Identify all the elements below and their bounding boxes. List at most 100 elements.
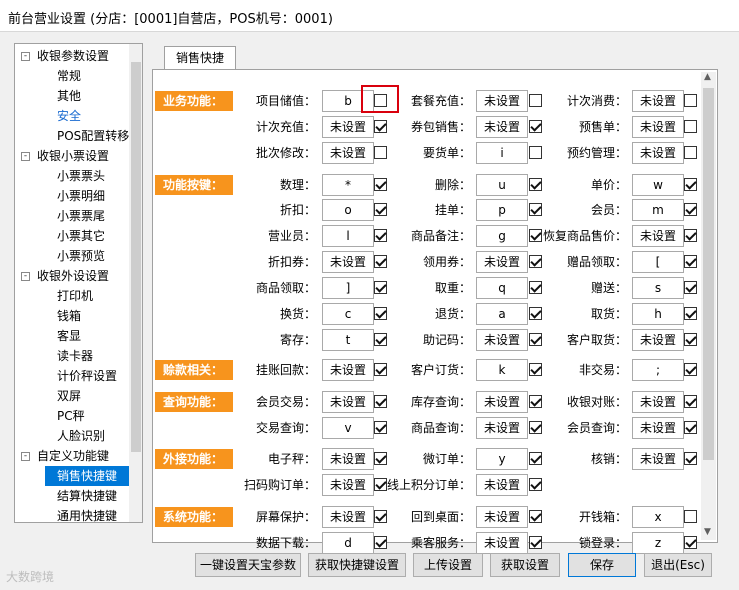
- scroll-up-arrow[interactable]: ▲: [704, 72, 711, 82]
- shortcut-key-field[interactable]: 未设置: [322, 474, 374, 496]
- get-shortcuts-button[interactable]: 获取快捷键设置: [308, 553, 406, 577]
- scroll-down-arrow[interactable]: ▼: [704, 527, 711, 537]
- enable-checkbox[interactable]: [684, 120, 697, 133]
- tree-expander[interactable]: -: [21, 452, 30, 461]
- shortcut-key-field[interactable]: x: [632, 506, 684, 528]
- upload-settings-button[interactable]: 上传设置: [413, 553, 483, 577]
- shortcut-key-field[interactable]: q: [476, 277, 528, 299]
- shortcut-key-field[interactable]: 未设置: [322, 448, 374, 470]
- shortcut-key-field[interactable]: 未设置: [632, 391, 684, 413]
- shortcut-key-field[interactable]: 未设置: [322, 142, 374, 164]
- shortcut-key-field[interactable]: d: [322, 532, 374, 554]
- shortcut-key-field[interactable]: 未设置: [476, 251, 528, 273]
- tree-expander[interactable]: -: [21, 52, 30, 61]
- tree-item[interactable]: 安全: [57, 106, 81, 126]
- enable-checkbox[interactable]: [684, 421, 697, 434]
- shortcut-key-field[interactable]: ]: [322, 277, 374, 299]
- shortcut-key-field[interactable]: 未设置: [322, 116, 374, 138]
- enable-checkbox[interactable]: [684, 363, 697, 376]
- shortcut-key-field[interactable]: a: [476, 303, 528, 325]
- shortcut-key-field[interactable]: 未设置: [476, 116, 528, 138]
- shortcut-key-field[interactable]: 未设置: [632, 417, 684, 439]
- shortcut-key-field[interactable]: 未设置: [632, 90, 684, 112]
- enable-checkbox[interactable]: [684, 307, 697, 320]
- tree-item[interactable]: 打印机: [57, 286, 93, 306]
- tree-scrollbar[interactable]: [129, 44, 142, 522]
- shortcut-key-field[interactable]: u: [476, 174, 528, 196]
- shortcut-key-field[interactable]: s: [632, 277, 684, 299]
- shortcut-key-field[interactable]: ;: [632, 359, 684, 381]
- shortcut-key-field[interactable]: h: [632, 303, 684, 325]
- tree-item[interactable]: 结算快捷键: [57, 486, 117, 506]
- shortcut-key-field[interactable]: o: [322, 199, 374, 221]
- enable-checkbox[interactable]: [684, 510, 697, 523]
- tree-item[interactable]: 计价秤设置: [57, 366, 117, 386]
- shortcut-key-field[interactable]: i: [476, 142, 528, 164]
- tree-item[interactable]: 常规: [57, 66, 81, 86]
- enable-checkbox[interactable]: [684, 178, 697, 191]
- shortcut-key-field[interactable]: 未设置: [632, 448, 684, 470]
- shortcut-key-field[interactable]: c: [322, 303, 374, 325]
- tree-item[interactable]: 通用快捷键: [57, 506, 117, 522]
- enable-checkbox[interactable]: [684, 281, 697, 294]
- save-button[interactable]: 保存: [568, 553, 636, 577]
- tree-item[interactable]: 小票票尾: [57, 206, 105, 226]
- enable-checkbox[interactable]: [684, 146, 697, 159]
- shortcut-key-field[interactable]: 未设置: [322, 251, 374, 273]
- enable-checkbox[interactable]: [684, 229, 697, 242]
- shortcut-key-field[interactable]: 未设置: [476, 417, 528, 439]
- tree-group[interactable]: 自定义功能键: [37, 446, 109, 466]
- tree-expander[interactable]: -: [21, 152, 30, 161]
- tree-item[interactable]: 钱箱: [57, 306, 81, 326]
- shortcut-key-field[interactable]: 未设置: [632, 329, 684, 351]
- shortcut-key-field[interactable]: *: [322, 174, 374, 196]
- tree-item[interactable]: 人脸识别: [57, 426, 105, 446]
- shortcut-key-field[interactable]: 未设置: [322, 359, 374, 381]
- shortcut-key-field[interactable]: m: [632, 199, 684, 221]
- enable-checkbox[interactable]: [684, 452, 697, 465]
- shortcut-key-field[interactable]: 未设置: [476, 474, 528, 496]
- tree-group[interactable]: 收银外设设置: [37, 266, 109, 286]
- tree-group[interactable]: 收银参数设置: [37, 46, 109, 66]
- tree-item[interactable]: 读卡器: [57, 346, 93, 366]
- shortcut-key-field[interactable]: 未设置: [632, 142, 684, 164]
- tianbao-params-button[interactable]: 一键设置天宝参数: [195, 553, 301, 577]
- tree-item[interactable]: 小票预览: [57, 246, 105, 266]
- shortcut-key-field[interactable]: w: [632, 174, 684, 196]
- tree-item[interactable]: 其他: [57, 86, 81, 106]
- shortcut-key-field[interactable]: 未设置: [476, 532, 528, 554]
- shortcut-key-field[interactable]: 未设置: [476, 90, 528, 112]
- exit-button[interactable]: 退出(Esc): [644, 553, 712, 577]
- enable-checkbox[interactable]: [529, 478, 542, 491]
- shortcut-key-field[interactable]: t: [322, 329, 374, 351]
- enable-checkbox[interactable]: [684, 333, 697, 346]
- tree-item[interactable]: 小票票头: [57, 166, 105, 186]
- enable-checkbox[interactable]: [684, 395, 697, 408]
- shortcut-key-field[interactable]: k: [476, 359, 528, 381]
- tree-item[interactable]: PC秤: [57, 406, 85, 426]
- enable-checkbox[interactable]: [684, 255, 697, 268]
- shortcut-key-field[interactable]: 未设置: [632, 116, 684, 138]
- tree-item[interactable]: 客显: [57, 326, 81, 346]
- shortcut-key-field[interactable]: z: [632, 532, 684, 554]
- tree-item[interactable]: 销售快捷键: [45, 466, 129, 486]
- tree-item[interactable]: POS配置转移: [57, 126, 129, 146]
- shortcut-key-field[interactable]: l: [322, 225, 374, 247]
- shortcut-key-field[interactable]: v: [322, 417, 374, 439]
- shortcut-key-field[interactable]: 未设置: [322, 506, 374, 528]
- shortcut-key-field[interactable]: g: [476, 225, 528, 247]
- shortcut-key-field[interactable]: 未设置: [476, 329, 528, 351]
- panel-scrollbar[interactable]: ▲ ▼: [701, 72, 716, 540]
- tree-item[interactable]: 双屏: [57, 386, 81, 406]
- shortcut-key-field[interactable]: 未设置: [476, 506, 528, 528]
- panel-scrollbar-thumb[interactable]: [703, 88, 714, 460]
- shortcut-key-field[interactable]: p: [476, 199, 528, 221]
- shortcut-key-field[interactable]: 未设置: [322, 391, 374, 413]
- shortcut-key-field[interactable]: 未设置: [476, 391, 528, 413]
- tree-expander[interactable]: -: [21, 272, 30, 281]
- shortcut-key-field[interactable]: y: [476, 448, 528, 470]
- enable-checkbox[interactable]: [684, 203, 697, 216]
- shortcut-key-field[interactable]: [: [632, 251, 684, 273]
- enable-checkbox[interactable]: [684, 94, 697, 107]
- tree-group[interactable]: 收银小票设置: [37, 146, 109, 166]
